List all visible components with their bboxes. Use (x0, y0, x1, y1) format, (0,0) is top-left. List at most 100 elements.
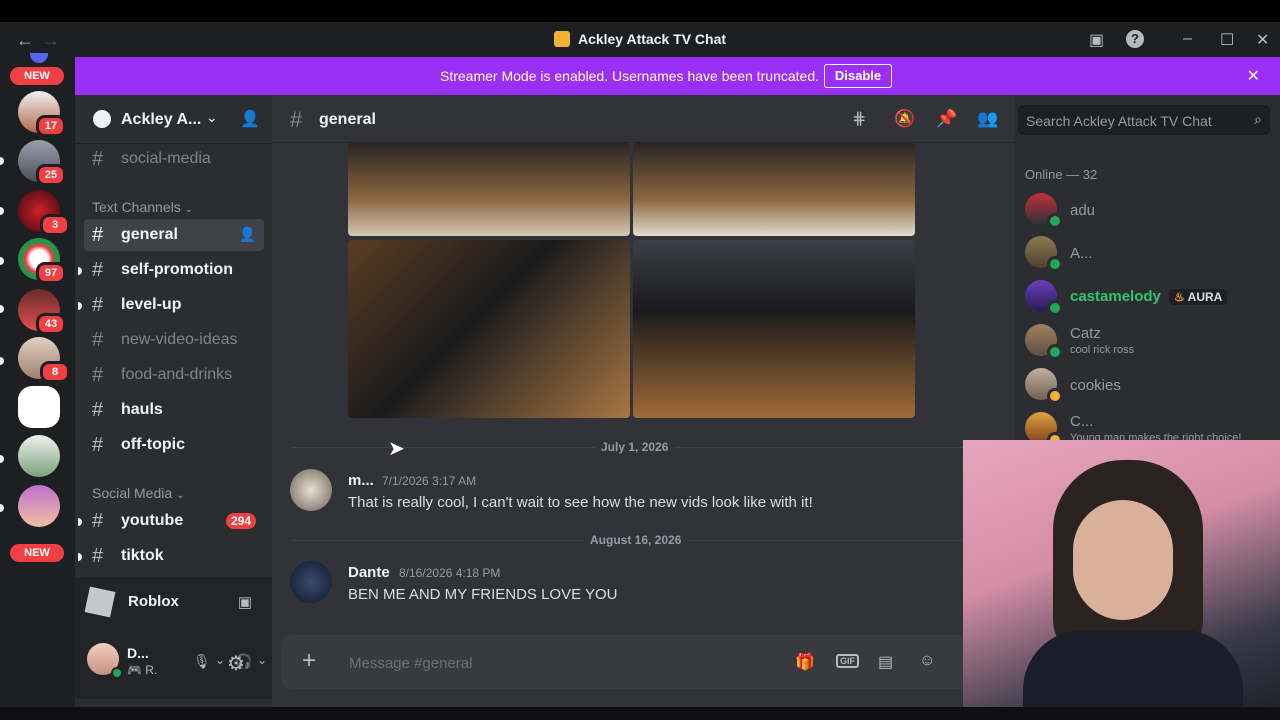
attachment-image[interactable] (633, 143, 915, 236)
server-icon[interactable] (18, 485, 60, 527)
add-attachment-icon[interactable]: + (302, 647, 316, 675)
message-input[interactable] (347, 651, 771, 675)
online-status-icon (1047, 256, 1063, 272)
mention-badge: 294 (225, 513, 256, 529)
close-banner-icon[interactable]: ✕ (1247, 66, 1260, 86)
chevron-down-icon[interactable]: ⌄ (215, 653, 225, 667)
attachment-image[interactable] (348, 240, 630, 418)
channel-new-video-ideas[interactable]: # new-video-ideas (84, 324, 264, 356)
settings-gear-icon[interactable]: ⚙ (227, 651, 245, 676)
member-status-text: cool rick ross (1070, 344, 1135, 356)
avatar[interactable] (290, 469, 332, 511)
hash-icon: # (92, 399, 104, 421)
channel-social-media[interactable]: # social-media (84, 143, 264, 175)
mention-badge: 17 (36, 115, 66, 137)
mention-badge: 8 (40, 361, 70, 383)
unread-pip (78, 518, 82, 526)
webcam-overlay (963, 440, 1280, 720)
channel-label: tiktok (121, 547, 164, 564)
channel-sidebar: Ackley A... ⌄ 👤 # social-media Text Chann… (75, 95, 272, 707)
idle-status-icon (1047, 388, 1063, 404)
create-invite-icon[interactable]: 👤 (239, 226, 256, 243)
attachment-image[interactable] (348, 143, 630, 236)
channel-label: general (121, 226, 178, 243)
message-text: BEN ME AND MY FRIENDS LOVE YOU (348, 586, 618, 603)
search-input[interactable]: Search Ackley Attack TV Chat ⌕ (1018, 105, 1270, 135)
message-timestamp: 7/1/2026 3:17 AM (382, 474, 477, 488)
channel-tiktok[interactable]: # tiktok (78, 540, 264, 572)
channel-level-up[interactable]: # level-up (78, 289, 264, 321)
channel-label: youtube (121, 512, 184, 529)
notification-bell-icon[interactable]: 🔕 (894, 109, 915, 129)
activity-bar[interactable]: Roblox ▣ (75, 577, 272, 629)
server-icon[interactable] (18, 435, 60, 477)
member-list-icon[interactable]: 👥 (977, 109, 998, 129)
inbox-icon[interactable]: ▣ (1089, 30, 1104, 50)
streamer-mode-banner: Streamer Mode is enabled. Usernames have… (75, 57, 1280, 95)
channel-youtube[interactable]: # youtube 294 (78, 505, 264, 537)
minimize-icon[interactable]: – (1183, 30, 1192, 48)
mouse-cursor-icon: ➤ (388, 438, 405, 460)
activity-name: Roblox (128, 593, 179, 610)
server-icon[interactable] (18, 386, 60, 428)
threads-icon[interactable]: ⋕ (852, 109, 866, 129)
category-social-media[interactable]: Social Media ⌄ (92, 485, 184, 501)
hash-icon: # (92, 510, 104, 532)
screen-share-icon[interactable]: ▣ (238, 593, 252, 611)
hash-icon: # (92, 259, 104, 281)
sticker-icon[interactable]: ▤ (878, 652, 893, 672)
disable-button[interactable]: Disable (824, 64, 892, 88)
gift-icon[interactable]: 🎁 (795, 652, 815, 672)
hash-icon: # (92, 294, 104, 316)
channel-food-and-drinks[interactable]: # food-and-drinks (84, 359, 264, 391)
member-name[interactable]: cookies (1070, 377, 1121, 394)
window-title: Ackley Attack TV Chat (0, 31, 1280, 47)
unread-pip (0, 305, 4, 313)
channel-label: self-promotion (121, 261, 233, 278)
hash-icon: # (92, 329, 104, 351)
chevron-down-icon[interactable]: ⌄ (257, 653, 267, 667)
member-name[interactable]: castamelody (1070, 288, 1161, 305)
member-name[interactable]: C... (1070, 413, 1093, 430)
server-boost-icon (93, 110, 111, 128)
online-status-icon (111, 667, 123, 679)
guild-tag-text: AURA (1187, 290, 1223, 304)
unread-pip (0, 157, 4, 165)
user-status-text: R. (145, 663, 158, 677)
channel-label: off-topic (121, 436, 185, 453)
channel-off-topic[interactable]: # off-topic (84, 429, 264, 461)
date-label: July 1, 2026 (595, 440, 675, 454)
server-rail: NEW 17 25 3 97 43 8 NEW (0, 53, 75, 707)
message-text: That is really cool, I can't wait to see… (348, 494, 813, 511)
unread-pip (78, 553, 82, 561)
close-window-icon[interactable]: ✕ (1256, 30, 1269, 50)
message-author[interactable]: Dante (348, 564, 390, 581)
member-name[interactable]: adu (1070, 202, 1095, 219)
microphone-icon[interactable]: 🎙 (193, 653, 211, 670)
message-author[interactable]: m... (348, 472, 374, 489)
maximize-icon[interactable]: ☐ (1220, 30, 1234, 50)
invite-icon[interactable]: 👤 (240, 109, 260, 129)
channel-header: # general ⋕ 🔕 📌 👥 (272, 95, 1015, 143)
gif-icon[interactable]: GIF (836, 654, 859, 668)
channel-hauls[interactable]: # hauls (84, 394, 264, 426)
banner-text: Streamer Mode is enabled. Usernames have… (440, 68, 819, 84)
unread-pip (78, 267, 82, 275)
avatar[interactable] (290, 561, 332, 603)
hash-icon: # (92, 434, 104, 456)
chevron-down-icon: ⌄ (176, 490, 185, 501)
unread-pip (0, 357, 4, 365)
category-text-channels[interactable]: Text Channels ⌄ (92, 199, 193, 215)
chevron-down-icon: ⌄ (206, 109, 218, 125)
emoji-icon[interactable]: ☺ (919, 652, 935, 670)
member-name[interactable]: Catz (1070, 325, 1101, 342)
online-header: Online — 32 (1025, 167, 1098, 182)
member-name[interactable]: A... (1070, 245, 1093, 262)
channel-general[interactable]: # general 👤 (84, 219, 264, 251)
server-header[interactable]: Ackley A... ⌄ 👤 (75, 95, 272, 144)
server-icon[interactable] (30, 53, 48, 63)
pin-icon[interactable]: 📌 (936, 109, 957, 129)
attachment-image[interactable] (633, 240, 915, 418)
channel-self-promotion[interactable]: # self-promotion (78, 254, 264, 286)
help-icon[interactable]: ? (1126, 30, 1144, 48)
